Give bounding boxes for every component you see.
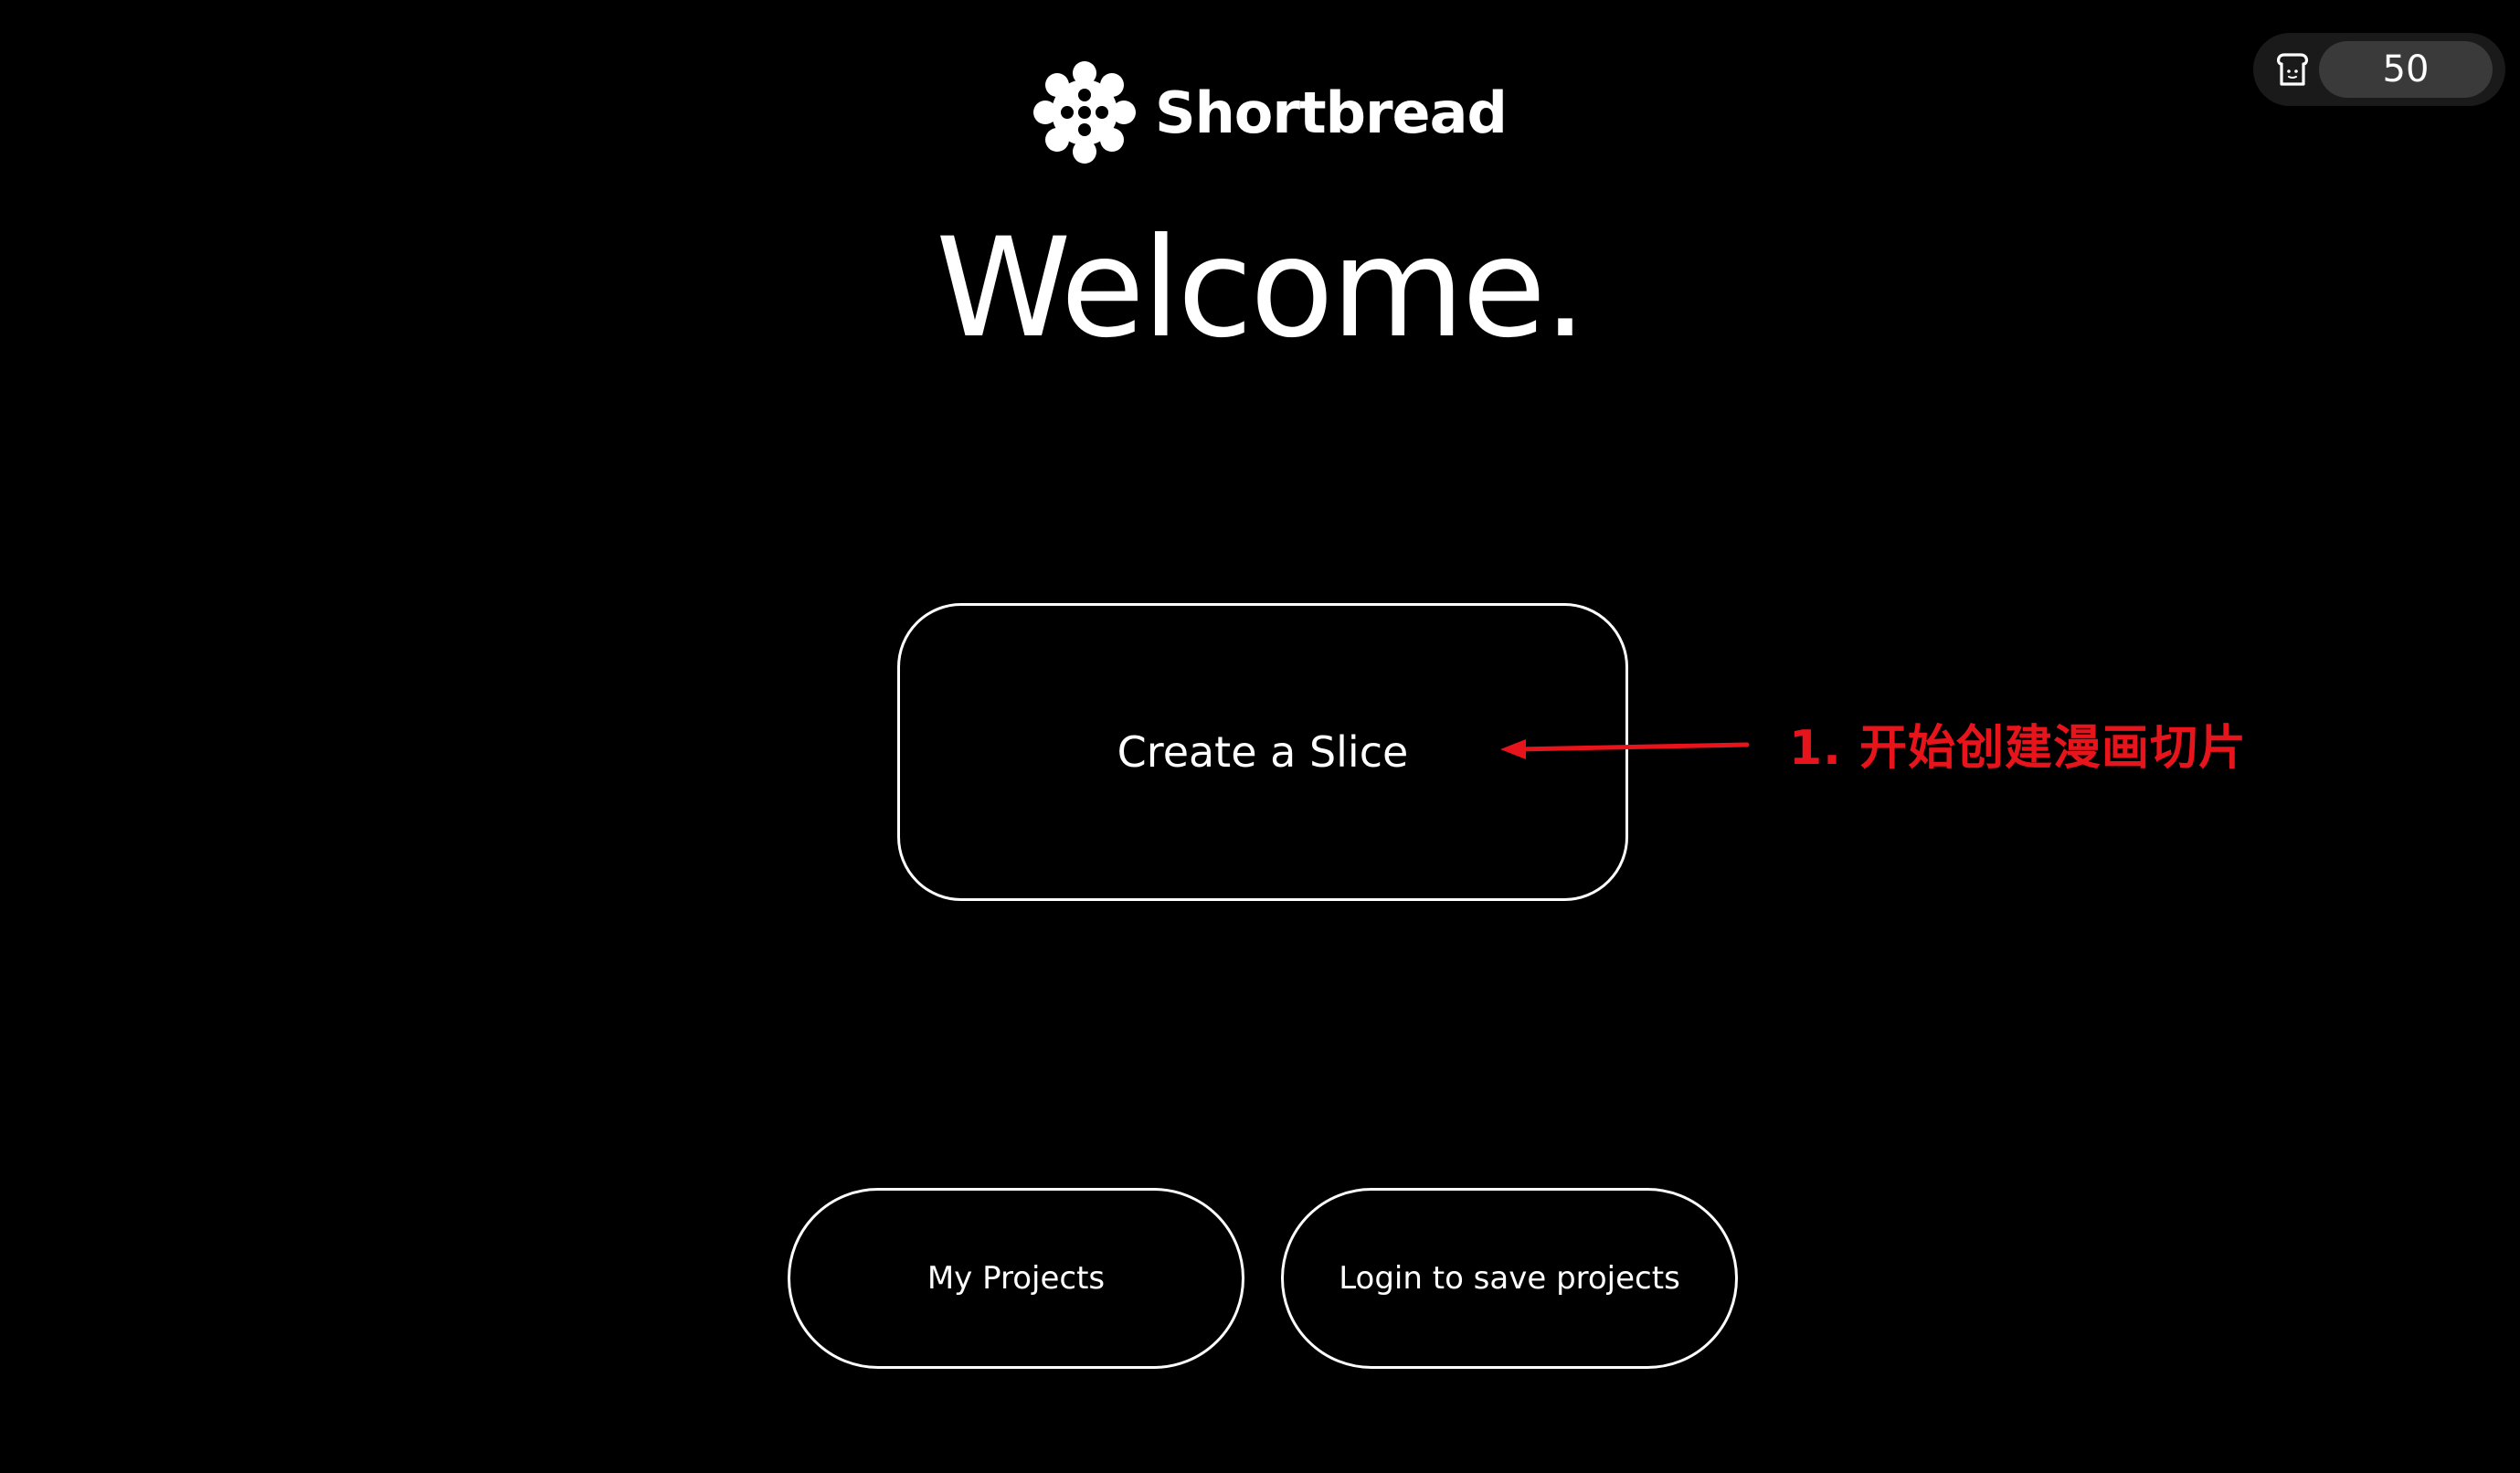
- credits-indicator[interactable]: 50: [2253, 33, 2505, 106]
- welcome-page: 50 Shortbread Welcome. Create a Slice My…: [0, 0, 2520, 1473]
- credits-count: 50: [2319, 41, 2493, 98]
- my-projects-button[interactable]: My Projects: [788, 1188, 1244, 1369]
- shortbread-logo-icon: [1032, 60, 1137, 164]
- toast-icon: [2275, 51, 2310, 88]
- brand-name: Shortbread: [1155, 79, 1508, 146]
- brand-logo[interactable]: Shortbread: [1032, 60, 1508, 164]
- annotation-label: 1. 开始创建漫画切片: [1789, 721, 2248, 776]
- page-title: Welcome.: [936, 209, 1587, 368]
- annotation-arrow-icon: [1500, 739, 1750, 759]
- login-button[interactable]: Login to save projects: [1281, 1188, 1738, 1369]
